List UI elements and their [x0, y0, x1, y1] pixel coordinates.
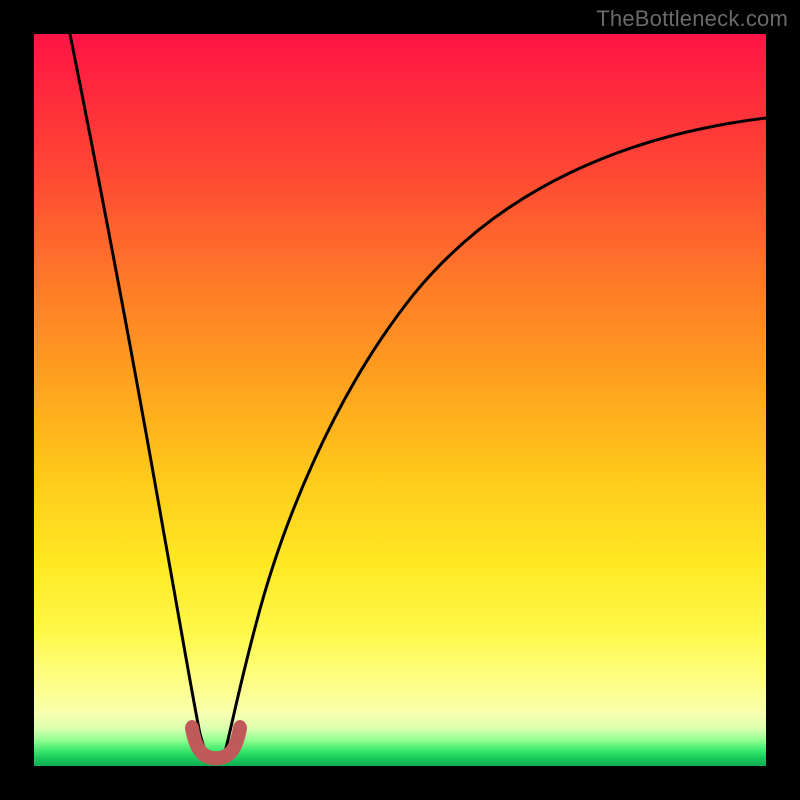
- valley-dot-left: [186, 720, 198, 732]
- valley-dot-right: [234, 720, 246, 732]
- chart-frame: TheBottleneck.com: [0, 0, 800, 800]
- watermark-text: TheBottleneck.com: [596, 6, 788, 32]
- curve-right-branch: [226, 118, 766, 748]
- chart-svg: [34, 34, 766, 766]
- plot-area: [34, 34, 766, 766]
- valley-marker: [192, 728, 240, 758]
- curve-left-branch: [70, 34, 204, 748]
